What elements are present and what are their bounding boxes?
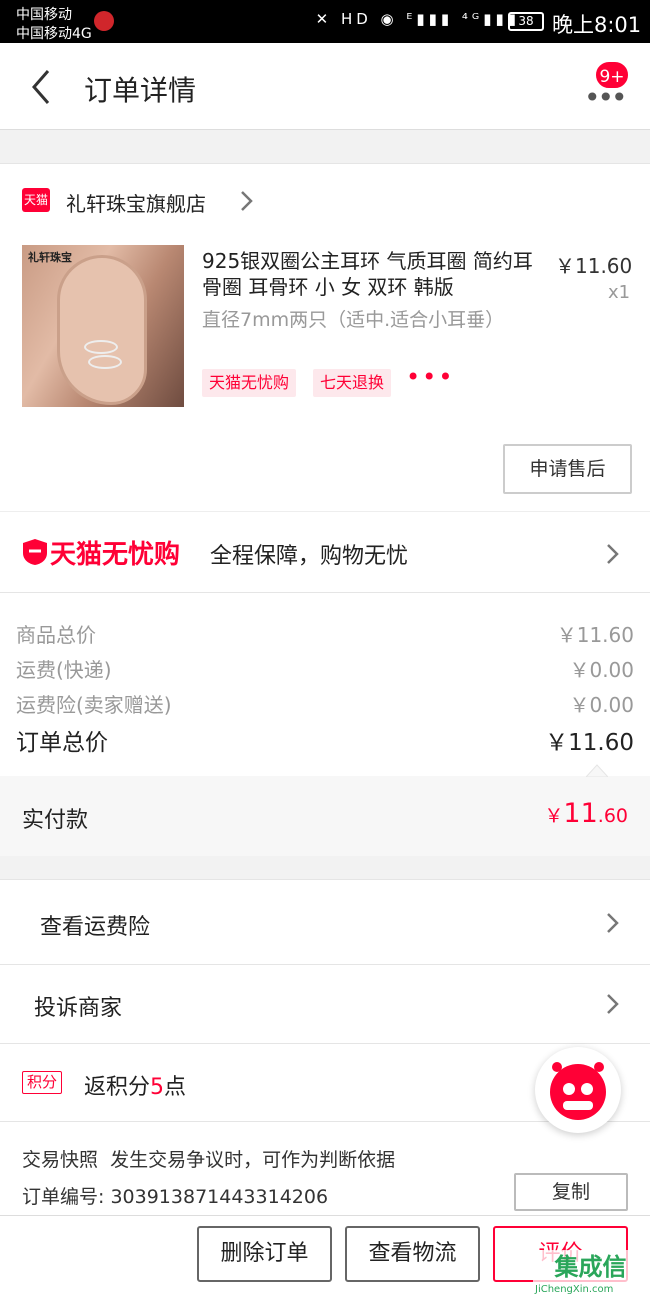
complain-link: 投诉商家 <box>34 996 123 1021</box>
order-total-value: ￥11.60 <box>545 730 634 756</box>
product-spec: 直径7mm两只（适中.适合小耳垂） <box>202 309 505 331</box>
paid-label: 实付款 <box>22 808 89 833</box>
status-bar: 中国移动 中国移动4G ✕ HD ◉ ᴱ▮▮▮ ⁴ᴳ▮▮▮ 38 晚上8:01 <box>0 0 650 43</box>
chevron-right-icon <box>607 544 619 564</box>
carrier-secondary: 中国移动4G <box>16 26 92 42</box>
points-amount: 5 <box>150 1075 165 1100</box>
paid-amount-row: 实付款 ￥11.60 <box>0 764 650 856</box>
product-thumbnail[interactable]: 礼轩珠宝 <box>22 245 184 407</box>
shipping-insurance-link: 查看运费险 <box>40 915 151 940</box>
back-button[interactable] <box>24 65 64 109</box>
order-number: 303913871443314206 <box>110 1186 329 1208</box>
shield-icon <box>23 539 47 565</box>
paid-value: ￥11.60 <box>544 798 628 829</box>
page-title: 订单详情 <box>84 74 197 107</box>
watermark-logo: 集成信 <box>533 1250 648 1284</box>
points-suffix: 点 <box>164 1075 187 1100</box>
watermark-url: JiChengXin.com <box>535 1284 614 1295</box>
goods-total-label: 商品总价 <box>16 623 96 647</box>
points-badge: 积分 <box>22 1071 63 1094</box>
battery-icon: 38 <box>508 12 544 31</box>
back-arrow-icon <box>32 70 50 104</box>
tmall-icon: 天猫 <box>22 188 50 212</box>
notification-badge: 9+ <box>594 60 630 90</box>
caret-up-icon <box>586 764 608 777</box>
guarantee-brand: 天猫无忧购 <box>50 540 181 570</box>
complain-row[interactable]: 投诉商家 <box>0 965 650 1044</box>
points-text: 返积分5点 <box>84 1069 186 1101</box>
order-total-label: 订单总价 <box>16 730 108 756</box>
chevron-right-icon[interactable] <box>236 186 256 216</box>
goods-total-value: ￥11.60 <box>556 623 634 647</box>
shipping-insurance-value: ￥0.00 <box>569 693 634 717</box>
shipping-value: ￥0.00 <box>569 658 634 682</box>
tag-worry-free: 天猫无忧购 <box>202 369 297 397</box>
earring-ring <box>84 340 118 354</box>
points-prefix: 返积分 <box>84 1075 151 1100</box>
product-quantity: x1 <box>608 282 631 303</box>
earring-ring <box>88 355 122 369</box>
clock: 晚上8:01 <box>552 13 642 37</box>
view-logistics-button[interactable]: 查看物流 <box>345 1226 480 1282</box>
snapshot-title: 交易快照 <box>22 1149 99 1171</box>
guarantee-row[interactable]: 天猫无忧购 全程保障，购物无忧 <box>0 511 650 593</box>
after-sale-button[interactable]: 申请售后 <box>503 444 632 494</box>
paid-currency: ￥ <box>544 805 564 827</box>
product-name[interactable]: 925银双圈公主耳环 气质耳圈 简约耳骨圈 耳骨环 小 女 双环 韩版 <box>202 248 542 300</box>
thumb-brand: 礼轩珠宝 <box>28 251 72 264</box>
carrier-primary: 中国移动 <box>16 7 72 23</box>
shipping-insurance-row[interactable]: 查看运费险 <box>0 879 650 965</box>
shipping-insurance-label: 运费险(卖家赠送) <box>16 693 172 717</box>
delete-order-button[interactable]: 删除订单 <box>197 1226 332 1282</box>
status-icons: ✕ HD ◉ ᴱ▮▮▮ ⁴ᴳ▮▮▮ <box>315 10 520 28</box>
chevron-right-icon <box>607 994 619 1014</box>
tag-seven-day-return: 七天退换 <box>313 369 392 397</box>
order-item-card: 天猫 礼轩珠宝旗舰店 礼轩珠宝 925银双圈公主耳环 气质耳圈 简约耳骨圈 耳骨… <box>0 163 650 511</box>
paid-decimal: .60 <box>597 805 628 827</box>
product-price: ￥11.60 <box>555 254 633 278</box>
snapshot-line[interactable]: 交易快照 发生交易争议时，可作为判断依据 <box>22 1145 395 1172</box>
customer-service-button[interactable] <box>535 1047 621 1133</box>
app-header: 订单详情 ••• 9+ <box>0 43 650 130</box>
price-summary: 商品总价 ￥11.60 运费(快递) ￥0.00 运费险(卖家赠送) ￥0.00… <box>0 593 650 776</box>
tmall-mascot-icon <box>550 1062 606 1120</box>
order-number-line: 订单编号: 303913871443314206 <box>22 1182 328 1209</box>
guarantee-text: 全程保障，购物无忧 <box>210 544 409 569</box>
trade-snapshot: 交易快照 发生交易争议时，可作为判断依据 订单编号: 3039138714433… <box>0 1122 650 1215</box>
more-tags-icon[interactable]: ••• <box>406 363 454 391</box>
ear-image <box>57 255 147 405</box>
store-name[interactable]: 礼轩珠宝旗舰店 <box>66 188 206 217</box>
copy-button[interactable]: 复制 <box>514 1173 628 1211</box>
netease-music-icon <box>94 11 114 31</box>
order-number-label: 订单编号: <box>22 1186 111 1208</box>
paid-integer: 11 <box>563 798 598 829</box>
chevron-right-icon <box>607 913 619 933</box>
snapshot-desc: 发生交易争议时，可作为判断依据 <box>110 1149 396 1171</box>
watermark: 集成信 JiChengXin.com <box>533 1250 648 1298</box>
shipping-label: 运费(快递) <box>16 658 112 682</box>
